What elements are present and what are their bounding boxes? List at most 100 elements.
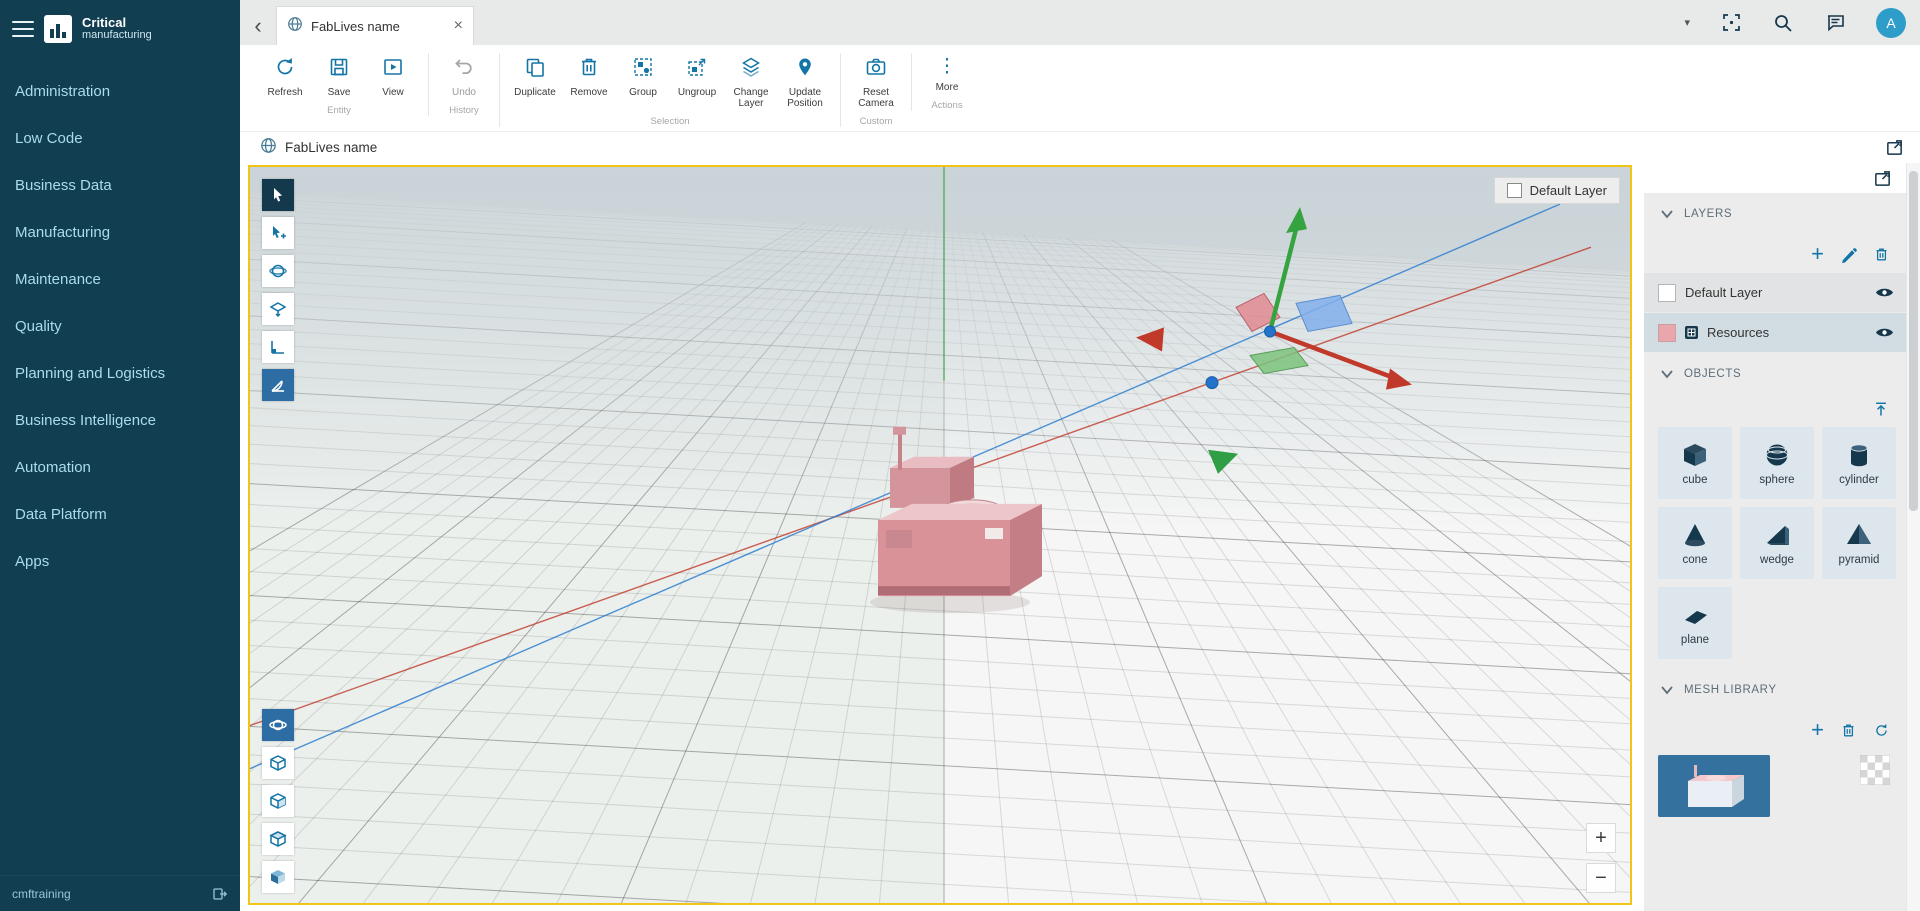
expand-panel-icon[interactable] <box>1872 168 1892 188</box>
scroll-to-top-icon[interactable] <box>1872 400 1890 418</box>
tool-select-add-icon[interactable] <box>262 217 294 249</box>
session-switch-icon[interactable] <box>212 886 228 902</box>
viewport-view-tools <box>262 709 294 893</box>
plane-icon <box>1681 601 1709 629</box>
button-label: Duplicate <box>514 87 556 98</box>
object-tile-cube[interactable]: cube <box>1658 427 1732 499</box>
content-area: Default Layer + − <box>240 163 1920 911</box>
search-icon[interactable] <box>1772 12 1794 34</box>
object-tile-plane[interactable]: plane <box>1658 587 1732 659</box>
add-layer-button[interactable]: + <box>1811 244 1824 264</box>
eye-icon[interactable] <box>1875 286 1894 299</box>
view-button[interactable]: View <box>366 53 420 100</box>
sidebar-item-label: Manufacturing <box>15 224 110 241</box>
avatar[interactable]: A <box>1876 8 1906 38</box>
sidebar-item-data-platform[interactable]: Data Platform <box>0 491 240 538</box>
remove-button[interactable]: Remove <box>562 53 616 111</box>
sidebar-item-label: Business Data <box>15 177 112 194</box>
sidebar-item-manufacturing[interactable]: Manufacturing <box>0 209 240 256</box>
object-label: sphere <box>1759 474 1794 486</box>
main-area: ‹ FabLives name × ▾ A <box>240 0 1920 911</box>
button-label: Undo <box>452 87 476 98</box>
tool-plane-icon[interactable] <box>262 293 294 325</box>
edit-layer-icon[interactable] <box>1840 246 1857 263</box>
sidebar-item-quality[interactable]: Quality <box>0 303 240 350</box>
sidebar-item-automation[interactable]: Automation <box>0 444 240 491</box>
resource-badge-icon <box>1685 326 1698 339</box>
view-top-icon[interactable] <box>262 823 294 855</box>
chat-icon[interactable] <box>1824 12 1846 34</box>
section-objects[interactable]: OBJECTS <box>1644 353 1906 395</box>
eye-icon[interactable] <box>1875 326 1894 339</box>
reset-camera-button[interactable]: Reset Camera <box>849 53 903 111</box>
transparency-checkerboard-icon[interactable] <box>1860 755 1890 785</box>
layer-row-resources[interactable]: Resources <box>1644 313 1906 352</box>
tool-orbit-icon[interactable] <box>262 255 294 287</box>
refresh-mesh-icon[interactable] <box>1873 722 1890 739</box>
viewport-canvas[interactable]: Default Layer + − <box>248 165 1632 905</box>
hamburger-menu-icon[interactable] <box>12 21 34 37</box>
object-tile-wedge[interactable]: wedge <box>1740 507 1814 579</box>
refresh-button[interactable]: Refresh <box>258 53 312 100</box>
update-position-button[interactable]: Update Position <box>778 53 832 111</box>
view-front-icon[interactable] <box>262 747 294 779</box>
sidebar-item-planning-and-logistics[interactable]: Planning and Logistics <box>0 350 240 397</box>
sidebar-nav: Administration Low Code Business Data Ma… <box>0 68 240 875</box>
delete-mesh-icon[interactable] <box>1840 722 1857 739</box>
ungroup-button[interactable]: Ungroup <box>670 53 724 111</box>
tab-fablives[interactable]: FabLives name × <box>276 6 474 45</box>
panel-scrollbar[interactable] <box>1906 163 1920 911</box>
save-button[interactable]: Save <box>312 53 366 100</box>
fullscreen-icon[interactable] <box>1720 12 1742 34</box>
add-mesh-button[interactable]: + <box>1811 720 1824 740</box>
sidebar-header: Critical manufacturing <box>0 0 240 58</box>
tool-measure-icon[interactable] <box>262 331 294 363</box>
zoom-out-button[interactable]: − <box>1586 863 1616 893</box>
sidebar-item-business-data[interactable]: Business Data <box>0 162 240 209</box>
sidebar-item-administration[interactable]: Administration <box>0 68 240 115</box>
sphere-icon <box>1763 441 1791 469</box>
zoom-in-button[interactable]: + <box>1586 823 1616 853</box>
more-button[interactable]: ⋮ More <box>920 53 974 95</box>
sidebar-item-maintenance[interactable]: Maintenance <box>0 256 240 303</box>
sidebar-item-apps[interactable]: Apps <box>0 538 240 585</box>
sidebar-item-label: Data Platform <box>15 506 107 523</box>
tabs-back-button[interactable]: ‹ <box>240 7 276 45</box>
section-title: MESH LIBRARY <box>1684 684 1777 696</box>
open-panel-icon[interactable] <box>1884 138 1904 158</box>
cylinder-icon <box>1845 441 1873 469</box>
sidebar-item-business-intelligence[interactable]: Business Intelligence <box>0 397 240 444</box>
scrollbar-thumb[interactable] <box>1909 171 1918 511</box>
tool-select-icon[interactable] <box>262 179 294 211</box>
toolbar-group-label: History <box>449 105 479 116</box>
tab-close-icon[interactable]: × <box>454 18 463 34</box>
object-tile-sphere[interactable]: sphere <box>1740 427 1814 499</box>
chevron-down-icon[interactable]: ▾ <box>1684 16 1690 29</box>
section-mesh-library[interactable]: MESH LIBRARY <box>1644 669 1906 711</box>
refresh-icon <box>273 55 297 84</box>
delete-layer-icon[interactable] <box>1873 246 1890 263</box>
view-axes-cube-icon[interactable] <box>262 861 294 893</box>
duplicate-button[interactable]: Duplicate <box>508 53 562 111</box>
view-side-icon[interactable] <box>262 785 294 817</box>
layer-color-swatch[interactable] <box>1658 324 1676 342</box>
sidebar-item-label: Maintenance <box>15 271 101 288</box>
mesh-thumbnail[interactable] <box>1658 755 1770 817</box>
change-layer-button[interactable]: Change Layer <box>724 53 778 111</box>
object-tile-pyramid[interactable]: pyramid <box>1822 507 1896 579</box>
object-tile-cone[interactable]: cone <box>1658 507 1732 579</box>
chevron-down-icon <box>1660 685 1674 695</box>
group-button[interactable]: Group <box>616 53 670 111</box>
layer-color-swatch[interactable] <box>1507 183 1522 198</box>
view-orbit-icon[interactable] <box>262 709 294 741</box>
layer-row-default[interactable]: Default Layer <box>1644 273 1906 312</box>
pyramid-icon <box>1845 521 1873 549</box>
layers-toolbar: + <box>1644 235 1906 273</box>
layer-color-swatch[interactable] <box>1658 284 1676 302</box>
object-tile-cylinder[interactable]: cylinder <box>1822 427 1896 499</box>
tool-angle-icon[interactable] <box>262 369 294 401</box>
section-layers[interactable]: LAYERS <box>1644 193 1906 235</box>
breadcrumb: FabLives name <box>240 131 1920 163</box>
undo-button[interactable]: Undo <box>437 53 491 100</box>
sidebar-item-low-code[interactable]: Low Code <box>0 115 240 162</box>
